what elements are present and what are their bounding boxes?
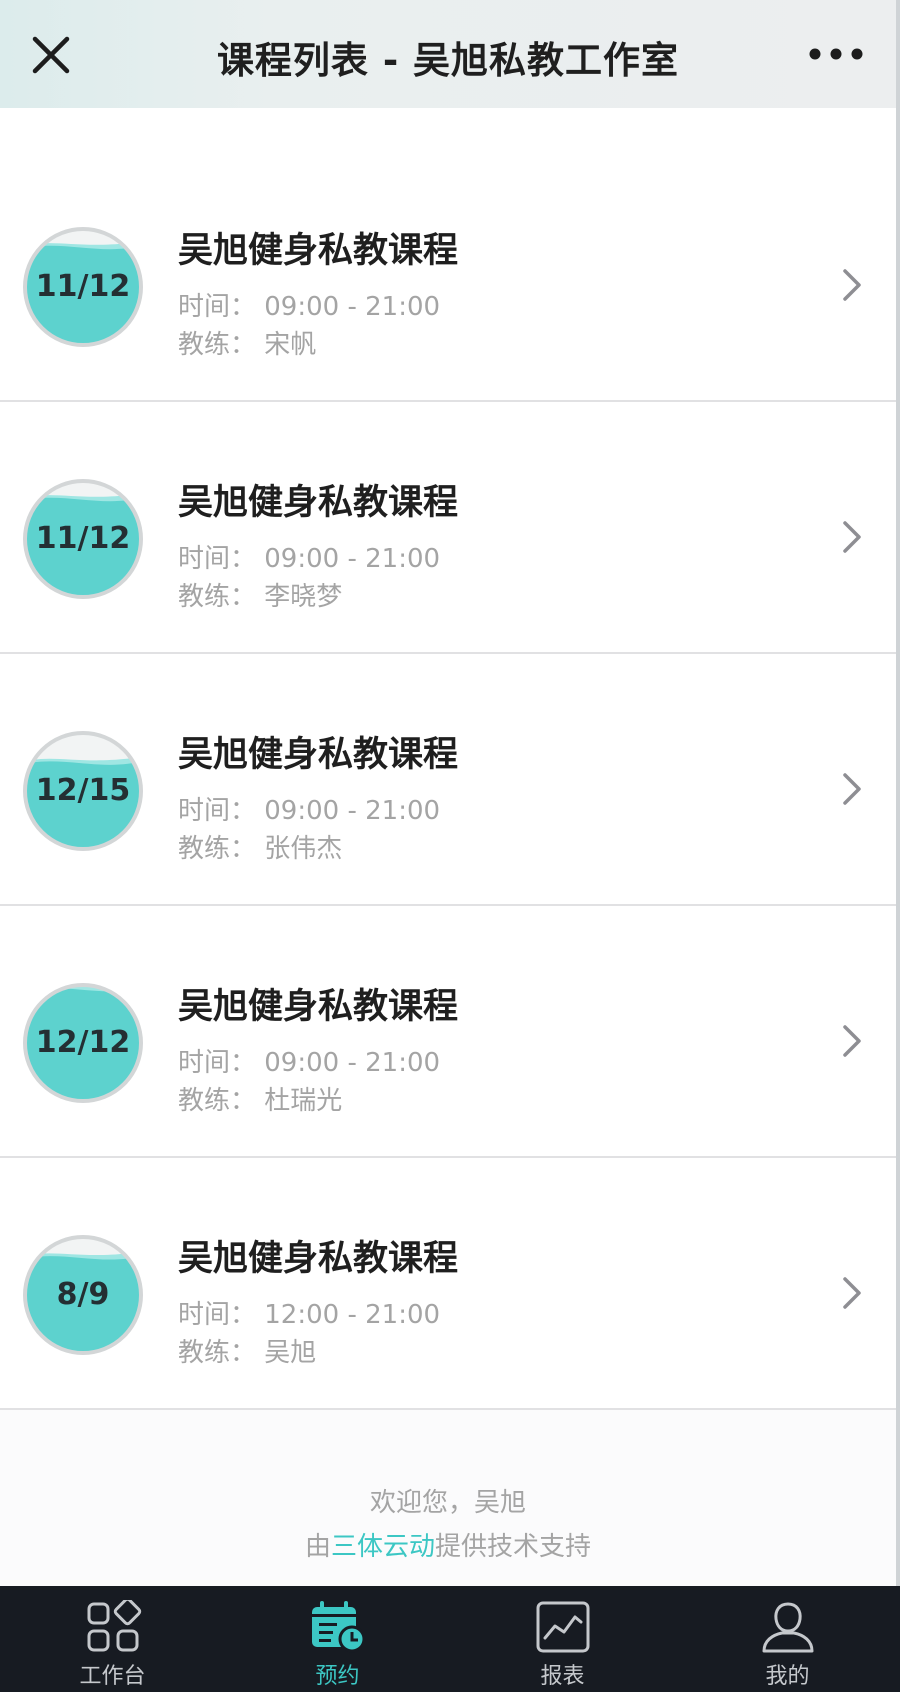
welcome-text: 欢迎您，吴旭 [369, 1488, 526, 1518]
course-item[interactable]: 11/12 吴旭健身私教课程 时间： 09:00 - 21:00 教练： 宋帆 [0, 150, 896, 402]
support-prefix: 由 [304, 1532, 331, 1562]
course-item[interactable]: 8/9 吴旭健身私教课程 时间： 12:00 - 21:00 教练： 吴旭 [0, 1158, 896, 1410]
course-list: 11/12 吴旭健身私教课程 时间： 09:00 - 21:00 教练： 宋帆 … [0, 150, 896, 1410]
course-time: 时间： 09:00 - 21:00 [178, 544, 441, 574]
brand-link[interactable]: 三体云动 [331, 1532, 435, 1562]
tab-mine[interactable]: 我的 [675, 1586, 900, 1692]
course-title: 吴旭健身私教课程 [178, 231, 459, 271]
nav-bar: 课程列表 - 吴旭私教工作室 [0, 0, 896, 108]
course-coach: 教练： 宋帆 [178, 330, 317, 360]
course-time: 时间： 09:00 - 21:00 [178, 796, 441, 826]
chevron-right-icon [843, 1025, 861, 1057]
chevron-right-icon [843, 1277, 861, 1309]
tab-reports[interactable]: 报表 [450, 1586, 675, 1692]
more-dots-icon[interactable] [806, 42, 866, 66]
course-time: 时间： 09:00 - 21:00 [178, 292, 441, 322]
tab-label: 工作台 [79, 1664, 146, 1689]
workbench-grid-icon [87, 1600, 141, 1652]
capacity-count: 12/12 [35, 1025, 131, 1060]
capacity-count: 12/15 [35, 773, 131, 808]
course-item[interactable]: 12/15 吴旭健身私教课程 时间： 09:00 - 21:00 教练： 张伟杰 [0, 654, 896, 906]
list-top-spacer [0, 108, 896, 152]
scroll-edge [896, 0, 900, 1692]
tab-label: 预约 [315, 1664, 360, 1689]
course-coach: 教练： 杜瑞光 [178, 1086, 343, 1116]
chevron-right-icon [843, 521, 861, 553]
course-time: 时间： 09:00 - 21:00 [178, 1048, 441, 1078]
tab-booking[interactable]: 预约 [225, 1586, 450, 1692]
course-item[interactable]: 12/12 吴旭健身私教课程 时间： 09:00 - 21:00 教练： 杜瑞光 [0, 906, 896, 1158]
tab-label: 报表 [540, 1664, 585, 1689]
course-coach: 教练： 张伟杰 [178, 834, 343, 864]
capacity-count: 8/9 [56, 1277, 110, 1312]
close-icon[interactable] [30, 34, 72, 76]
chevron-right-icon [843, 773, 861, 805]
capacity-count: 11/12 [35, 521, 131, 556]
course-title: 吴旭健身私教课程 [178, 987, 459, 1027]
chart-line-icon [536, 1601, 589, 1653]
calendar-clock-icon [311, 1601, 365, 1653]
course-item[interactable]: 11/12 吴旭健身私教课程 时间： 09:00 - 21:00 教练： 李晓梦 [0, 402, 896, 654]
course-title: 吴旭健身私教课程 [178, 735, 459, 775]
person-icon [762, 1602, 813, 1653]
tab-bar: 工作台 预约 报表 我的 [0, 1586, 900, 1692]
tab-workbench[interactable]: 工作台 [0, 1586, 225, 1692]
course-title: 吴旭健身私教课程 [178, 483, 459, 523]
course-coach: 教练： 李晓梦 [178, 582, 343, 612]
page-title: 课程列表 - 吴旭私教工作室 [216, 39, 680, 82]
course-time: 时间： 12:00 - 21:00 [178, 1300, 441, 1330]
support-suffix: 提供技术支持 [435, 1532, 592, 1562]
support-text: 由三体云动提供技术支持 [0, 1526, 896, 1563]
chevron-right-icon [843, 269, 861, 301]
tab-label: 我的 [765, 1664, 810, 1689]
capacity-count: 11/12 [35, 269, 131, 304]
course-title: 吴旭健身私教课程 [178, 1239, 459, 1279]
course-coach: 教练： 吴旭 [178, 1338, 317, 1368]
